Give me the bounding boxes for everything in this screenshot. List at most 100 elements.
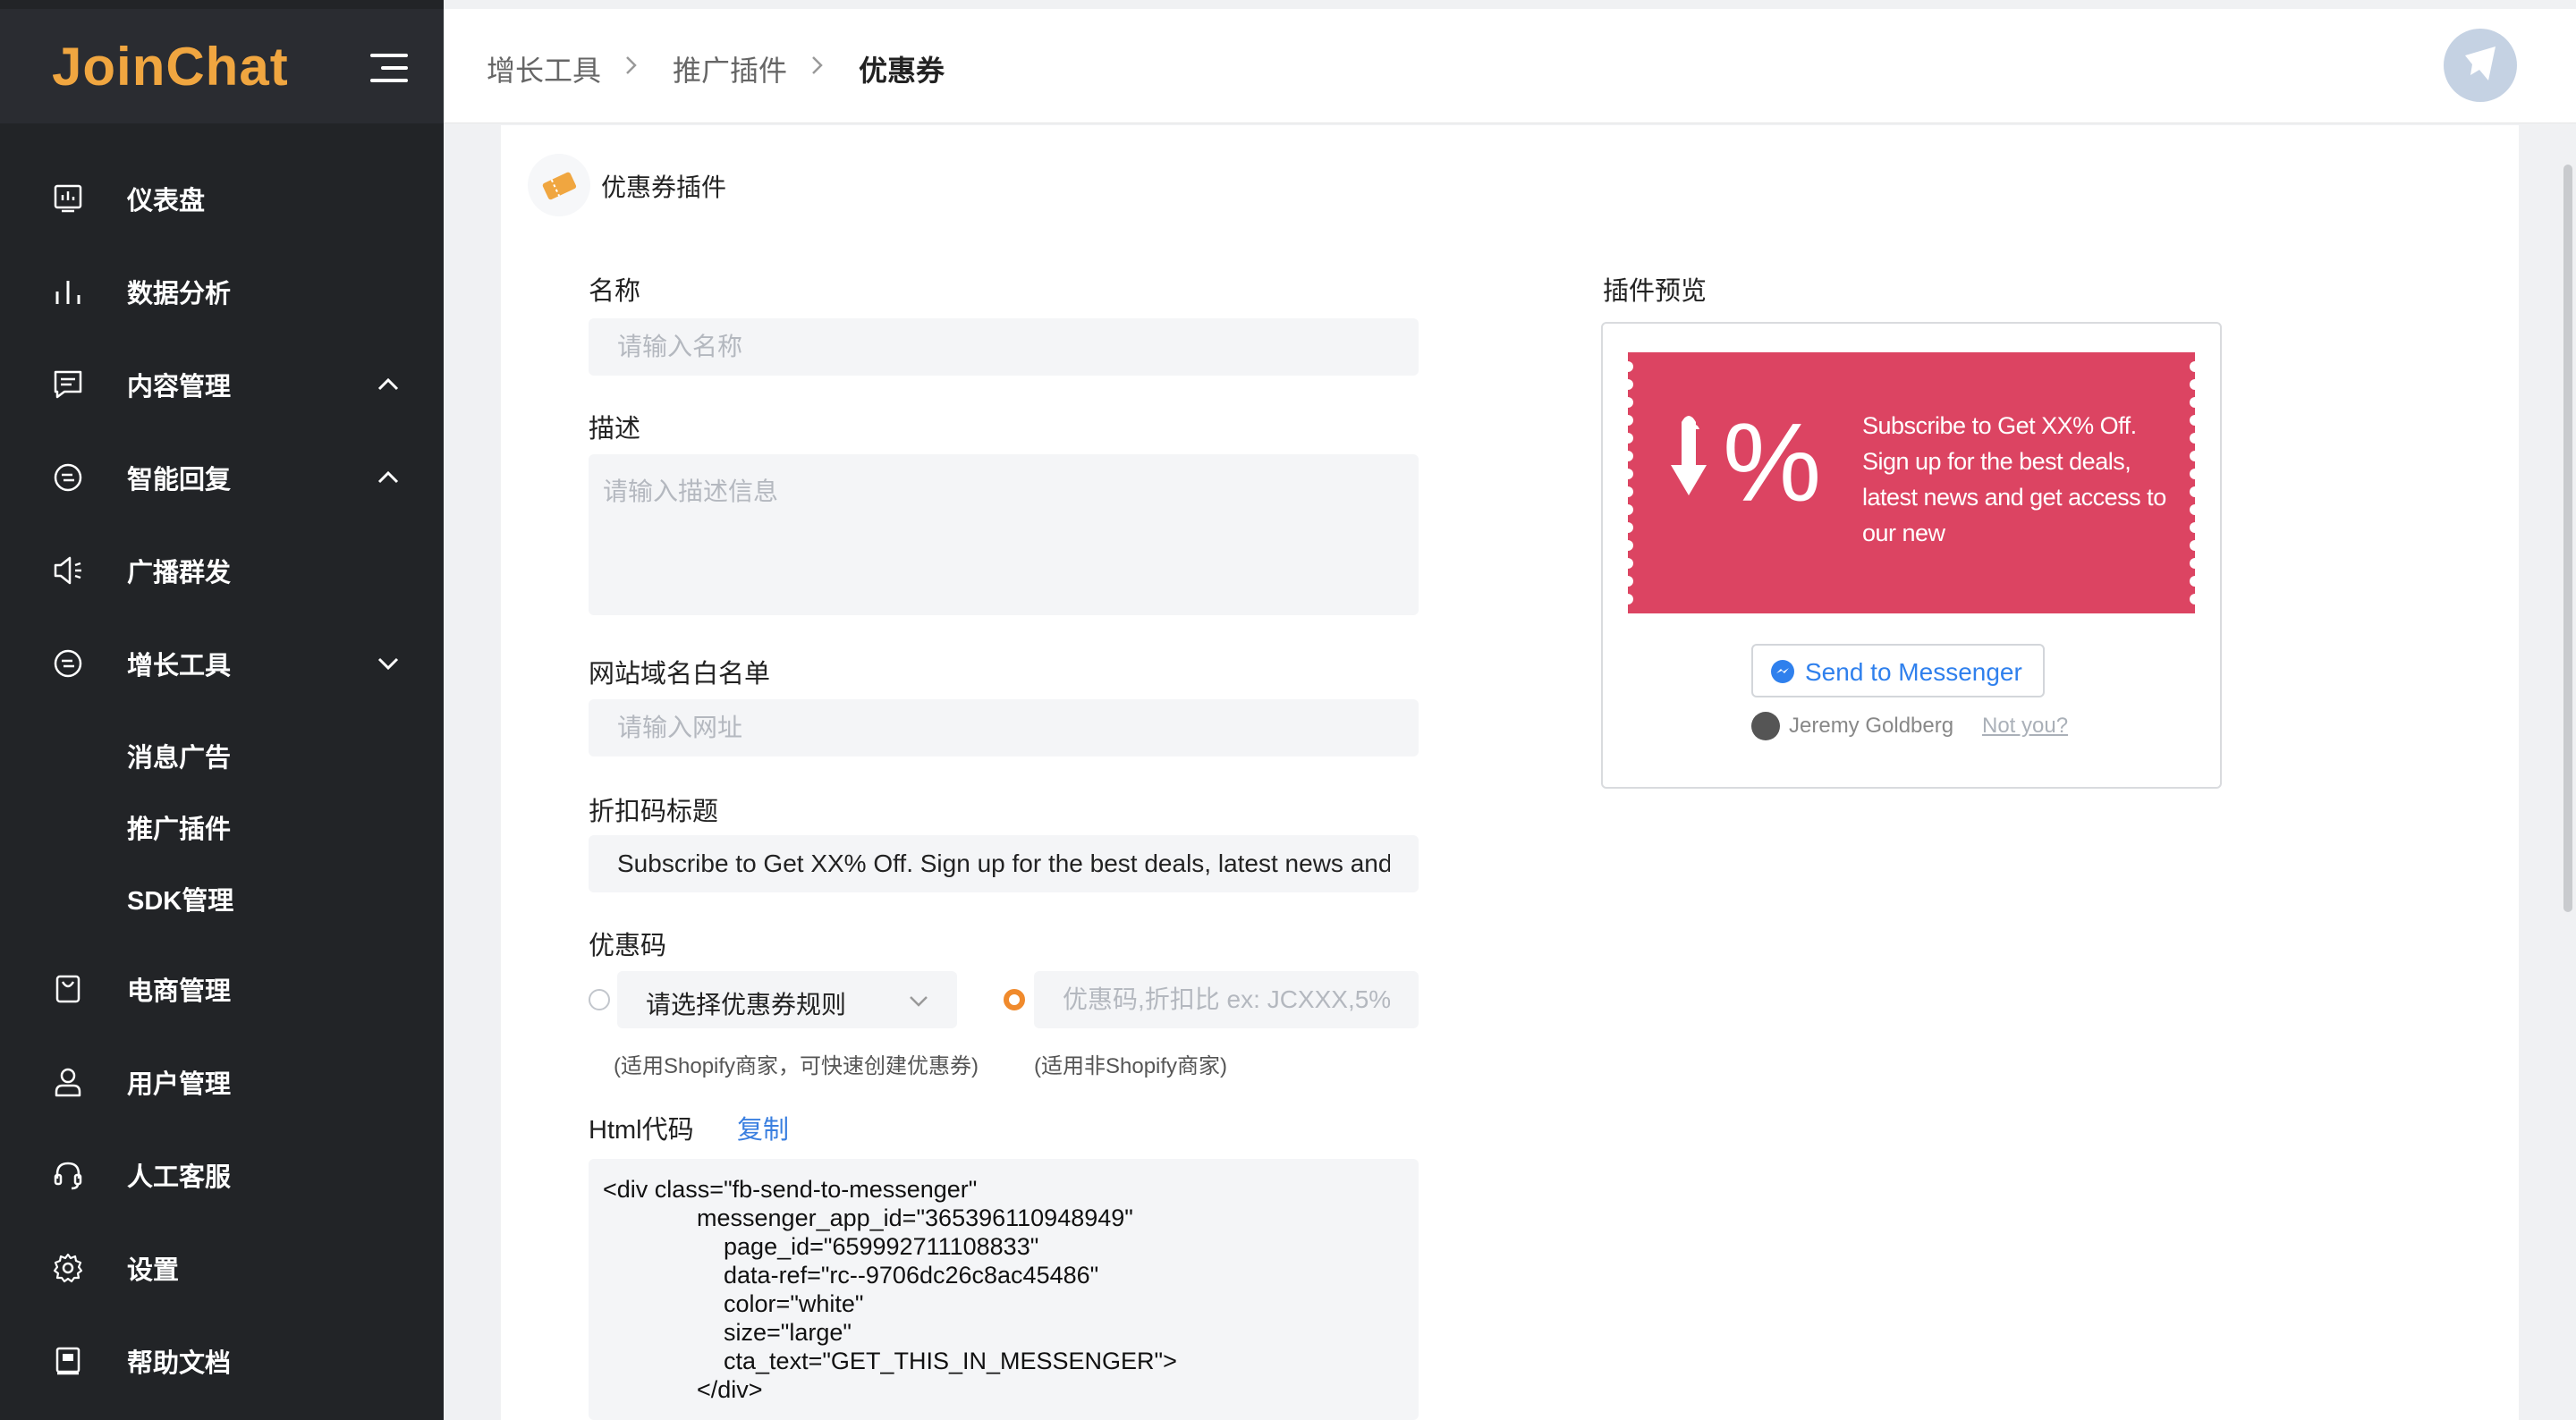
coupon-notch: [1623, 594, 1633, 604]
coupon-notch: [2190, 433, 2200, 444]
gear-icon: [53, 1253, 83, 1283]
chat-bot-icon: [54, 463, 82, 492]
sidebar-item-ecommerce[interactable]: 电商管理: [0, 953, 444, 1025]
coupon-notch: [1623, 415, 1633, 426]
preview-label: 插件预览: [1603, 277, 1707, 306]
broadcast-icon: [54, 556, 81, 585]
breadcrumb-growth[interactable]: 增长工具: [487, 48, 601, 89]
headset-icon: [54, 1162, 82, 1190]
sidebar-item-label: 增长工具: [127, 652, 232, 680]
coupon-notch: [2190, 379, 2200, 390]
coupon-rule-select-label: 请选择优惠券规则: [646, 991, 847, 1019]
coupon-notch: [2190, 540, 2200, 551]
percent-down-icon: %: [1671, 402, 1821, 519]
discount-title-label: 折扣码标题: [589, 798, 719, 826]
coupon-notch: [2190, 558, 2200, 569]
messenger-icon: [1771, 660, 1794, 683]
user-avatar: [1751, 712, 1780, 740]
coupon-notch: [2190, 361, 2200, 372]
coupon-code-radio[interactable]: [1004, 989, 1025, 1010]
breadcrumb-promo-plugin[interactable]: 推广插件: [673, 48, 787, 89]
svg-text:%: %: [1723, 402, 1821, 519]
coupon-code-input[interactable]: [1034, 971, 1419, 1028]
chevron-down-icon: [910, 996, 928, 1007]
sidebar-item-label: 用户管理: [127, 1070, 232, 1099]
sidebar-item-broadcast[interactable]: 广播群发: [0, 535, 444, 606]
coupon-notch: [1623, 504, 1633, 515]
scrollbar[interactable]: [2563, 165, 2572, 912]
discount-title-input[interactable]: [589, 835, 1419, 892]
coupon-notch: [1623, 486, 1633, 497]
app-logo: JoinChat: [52, 37, 289, 97]
name-input[interactable]: [589, 318, 1419, 376]
menu-toggle-icon[interactable]: [370, 52, 408, 84]
sidebar-item-analytics[interactable]: 数据分析: [0, 256, 444, 327]
sidebar-item-settings[interactable]: 设置: [0, 1232, 444, 1304]
coupon-rule-radio[interactable]: [589, 989, 610, 1010]
coupon-text: Subscribe to Get XX% Off. Sign up for th…: [1862, 412, 2166, 546]
coupon-notch: [1623, 522, 1633, 533]
sidebar-item-users[interactable]: 用户管理: [0, 1046, 444, 1118]
sidebar-item-label: 内容管理: [127, 373, 232, 401]
not-you-link[interactable]: Not you?: [1982, 714, 2068, 739]
sidebar-item-label: 设置: [127, 1256, 180, 1285]
sidebar-item-label: 人工客服: [127, 1163, 232, 1192]
coupon-notch: [1623, 433, 1633, 444]
user-icon: [55, 1068, 81, 1097]
coupon-notch: [1623, 379, 1633, 390]
chevron-down-icon: [377, 657, 399, 671]
sidebar-subitem-message-ads[interactable]: 消息广告: [127, 737, 231, 774]
sidebar-item-smart-reply[interactable]: 智能回复: [0, 442, 444, 513]
description-input[interactable]: [589, 454, 1419, 615]
chevron-right-icon: [626, 56, 637, 74]
paper-plane-icon: [2465, 46, 2496, 80]
whitelist-label: 网站域名白名单: [589, 660, 771, 689]
send-to-messenger-label: Send to Messenger: [1805, 658, 2022, 686]
coupon-label: 优惠码: [589, 932, 667, 960]
chevron-up-icon: [377, 470, 399, 484]
coupon-notch: [1623, 361, 1633, 372]
sidebar-item-growth[interactable]: 增长工具: [0, 628, 444, 699]
coupon-notch: [2190, 415, 2200, 426]
copy-button[interactable]: 复制: [737, 1109, 789, 1146]
coupon-rule-select[interactable]: 请选择优惠券规则: [617, 971, 957, 1028]
ticket-icon: [528, 154, 590, 216]
coupon-notch: [2190, 469, 2200, 479]
sidebar: JoinChat 仪表盘 数据分析 内容管理 智能回复 广播群发 增长工具 消息…: [0, 0, 444, 1420]
chevron-right-icon: [812, 56, 823, 74]
card-title: 优惠券插件: [601, 173, 727, 201]
sidebar-item-label: 智能回复: [127, 466, 232, 494]
coupon-notch: [1623, 397, 1633, 408]
send-to-messenger-button[interactable]: Send to Messenger: [1751, 644, 2045, 697]
html-code-box[interactable]: <div class="fb-send-to-messenger" messen…: [589, 1159, 1419, 1420]
coupon-notch: [1623, 451, 1633, 461]
top-bar: 增长工具 推广插件 优惠券: [444, 9, 2576, 123]
whitelist-input[interactable]: [589, 699, 1419, 756]
coupon-notch: [2190, 504, 2200, 515]
sidebar-item-label: 数据分析: [127, 280, 232, 309]
sidebar-subitem-sdk[interactable]: SDK管理: [127, 880, 233, 917]
logo-bar: JoinChat: [0, 9, 444, 123]
sidebar-item-label: 广播群发: [127, 559, 232, 587]
sidebar-item-dashboard[interactable]: 仪表盘: [0, 163, 444, 234]
dashboard-icon: [54, 184, 82, 213]
user-name: Jeremy Goldberg: [1789, 714, 1954, 738]
bar-chart-icon: [55, 281, 80, 304]
coupon-notch: [2190, 397, 2200, 408]
sidebar-item-label: 仪表盘: [127, 187, 206, 216]
sidebar-subitem-promo-plugin[interactable]: 推广插件: [127, 808, 231, 846]
sidebar-item-label: 电商管理: [127, 977, 232, 1006]
coupon-notch: [2190, 451, 2200, 461]
sidebar-item-help[interactable]: 帮助文档: [0, 1325, 444, 1397]
sidebar-item-support[interactable]: 人工客服: [0, 1139, 444, 1211]
avatar[interactable]: [2444, 29, 2517, 102]
coupon-notch: [2190, 522, 2200, 533]
hint-non-shopify: (适用非Shopify商家): [1034, 1054, 1228, 1078]
book-icon: [55, 1347, 80, 1375]
coupon-notch: [1623, 576, 1633, 587]
coupon-notch: [1623, 540, 1633, 551]
sidebar-item-content[interactable]: 内容管理: [0, 349, 444, 420]
coupon-notch: [1623, 558, 1633, 569]
sidebar-item-label: 帮助文档: [127, 1349, 232, 1378]
shop-bag-icon: [55, 975, 80, 1003]
